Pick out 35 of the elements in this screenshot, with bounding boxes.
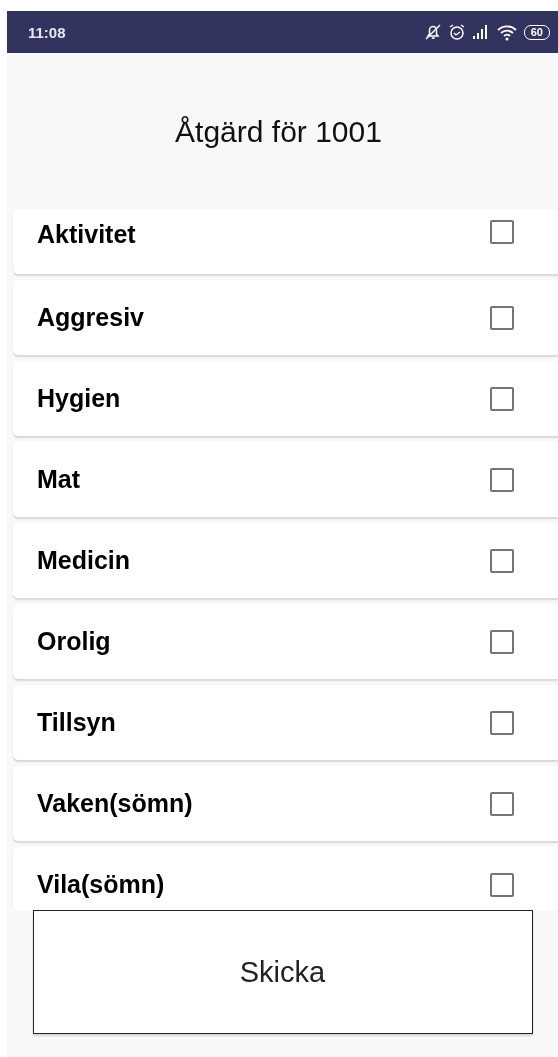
list-item[interactable]: Tillsyn (13, 685, 558, 760)
checkbox[interactable] (490, 386, 514, 411)
item-label: Tillsyn (37, 708, 116, 737)
bell-off-icon (423, 23, 442, 41)
item-label: Aggresiv (37, 303, 144, 332)
signal-icon (471, 24, 490, 40)
battery-level: 60 (523, 24, 550, 40)
item-label: Medicin (37, 546, 131, 575)
checkbox[interactable] (490, 548, 514, 573)
checkbox[interactable] (490, 305, 514, 330)
checkbox[interactable] (490, 467, 514, 492)
wifi-icon (495, 23, 518, 41)
checkbox[interactable] (490, 872, 514, 897)
page-title: Åtgärd för 1001 (175, 114, 383, 149)
list-item[interactable]: Medicin (13, 523, 558, 598)
list-item[interactable]: Vaken(sömn) (13, 766, 558, 841)
status-time: 11:08 (28, 23, 66, 41)
list-item[interactable]: Hygien (13, 361, 558, 436)
item-label: Mat (37, 465, 81, 494)
send-button[interactable]: Skicka (32, 910, 533, 1034)
item-label: Aktivitet (37, 220, 136, 249)
list-item[interactable]: Vila(sömn) (13, 847, 558, 910)
item-label: Hygien (37, 384, 121, 413)
item-label: Orolig (37, 627, 111, 656)
list-item[interactable]: Orolig (13, 604, 558, 679)
alarm-clock-icon (447, 23, 466, 41)
list-item[interactable]: Aggresiv (13, 280, 558, 355)
item-label: Vaken(sömn) (37, 789, 193, 818)
checkbox[interactable] (490, 710, 514, 735)
item-label: Vila(sömn) (37, 870, 165, 899)
list-item[interactable]: Aktivitet (13, 210, 558, 274)
checkbox[interactable] (490, 220, 514, 244)
list-item[interactable]: Mat (13, 442, 558, 517)
checkbox[interactable] (490, 791, 514, 816)
checkbox[interactable] (490, 629, 514, 654)
